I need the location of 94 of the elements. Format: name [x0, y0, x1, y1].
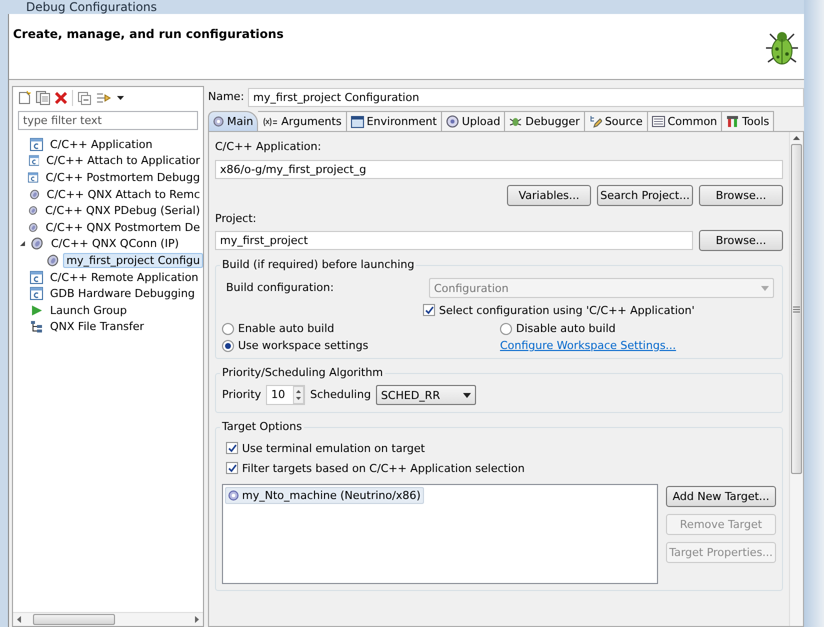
application-field[interactable]: x86/o-g/my_first_project_g — [215, 160, 783, 179]
gear-icon — [213, 116, 224, 127]
field-label: Build configuration: — [226, 281, 335, 295]
tree-item[interactable]: C/C++ Postmortem Debugg — [42, 170, 203, 185]
c-file-icon — [30, 287, 43, 300]
tree-item[interactable]: C/C++ QNX Postmortem De — [42, 220, 203, 235]
group-title: Build (if required) before launching — [220, 258, 416, 272]
tab[interactable]: Tools — [722, 111, 774, 131]
expanded-arrow-icon[interactable] — [19, 240, 26, 248]
field-label: C/C++ Application: — [215, 140, 322, 154]
bug-icon — [509, 115, 522, 128]
group-title: Target Options — [220, 420, 304, 434]
left-arrow-icon[interactable] — [17, 616, 21, 623]
disc-icon — [28, 204, 38, 218]
checkbox[interactable] — [226, 462, 238, 474]
tree-item[interactable]: C/C++ QNX QConn (IP) — [48, 236, 182, 252]
name-label: Name: — [208, 90, 244, 104]
disc-icon — [28, 188, 40, 201]
tree-item[interactable]: QNX File Transfer — [47, 319, 148, 334]
disc-icon — [30, 237, 44, 250]
hierarchy-icon — [30, 320, 43, 334]
button[interactable]: Variables... — [507, 185, 591, 206]
field-label: Project: — [215, 212, 258, 226]
dropdown-arrow-icon[interactable] — [117, 96, 124, 100]
horizontal-scrollbar[interactable] — [13, 612, 203, 626]
dropdown-arrow-icon — [462, 392, 471, 398]
list-icon — [652, 116, 665, 127]
collapse-icon[interactable] — [78, 92, 91, 104]
spinner-field[interactable]: 10 — [266, 385, 306, 405]
tab[interactable]: Upload — [442, 111, 506, 131]
link[interactable]: Configure Workspace Settings... — [500, 339, 776, 352]
checkbox[interactable] — [423, 304, 435, 316]
button[interactable]: Add New Target... — [666, 486, 776, 507]
tab[interactable]: Main — [208, 111, 258, 131]
checkbox-label: Select configuration using 'C/C++ Application' — [439, 304, 695, 316]
window-title: Debug Configurations — [26, 0, 157, 14]
dropdown-arrow-icon — [761, 286, 769, 290]
tree-item[interactable]: C/C++ Application — [47, 136, 156, 152]
tab[interactable]: Debugger — [505, 111, 585, 131]
list-item[interactable]: my_Nto_machine (Neutrino/x86) — [225, 487, 424, 504]
radio-button[interactable] — [500, 322, 512, 334]
disc-icon — [28, 220, 39, 234]
tab[interactable]: Source — [584, 111, 648, 131]
c-file-icon — [28, 170, 39, 184]
project-field[interactable]: my_first_project — [215, 231, 693, 250]
field-label: Scheduling — [310, 388, 371, 402]
tools-icon — [726, 115, 740, 128]
grip-icon — [793, 306, 800, 312]
radio-button[interactable] — [222, 322, 234, 334]
name-field[interactable]: my_first_project Configuration — [248, 88, 804, 106]
tree-item[interactable]: C/C++ Remote Application — [47, 270, 202, 285]
dropdown[interactable]: SCHED_RR — [376, 385, 476, 405]
tab[interactable]: Environment — [346, 111, 442, 131]
spinner-arrows-icon[interactable] — [293, 386, 304, 404]
tree-item[interactable]: C/C++ QNX PDebug (Serial) — [42, 203, 203, 218]
radio-label: Use workspace settings — [238, 339, 368, 352]
tree-item[interactable]: C/C++ QNX Attach to Remc — [44, 186, 203, 202]
tree-item[interactable]: C/C++ Attach to Applicatior — [43, 153, 203, 168]
header-title: Create, manage, and run configurations — [13, 27, 284, 43]
new-file-icon[interactable] — [18, 91, 31, 105]
variable-icon — [262, 116, 278, 126]
right-arrow-icon[interactable] — [195, 616, 199, 623]
filter-icon[interactable] — [96, 91, 112, 105]
disc-icon — [446, 115, 459, 128]
c-file-icon — [28, 154, 40, 168]
button[interactable]: Browse... — [699, 230, 783, 251]
tree-item[interactable]: GDB Hardware Debugging — [47, 286, 198, 302]
tree-item[interactable]: my_first_project Configu — [63, 252, 203, 268]
tab[interactable]: Common — [648, 111, 722, 131]
checkbox-label: Filter targets based on C/C++ Application selection — [242, 462, 525, 474]
group-title: Priority/Scheduling Algorithm — [220, 366, 386, 380]
tab[interactable]: Arguments — [258, 111, 347, 131]
button[interactable]: Search Project... — [597, 185, 693, 206]
filter-field[interactable]: type filter text — [18, 111, 198, 130]
target-icon — [228, 490, 239, 501]
radio-button[interactable] — [222, 340, 234, 352]
pencil-icon — [588, 115, 602, 128]
window-icon — [350, 116, 364, 128]
field-label: Priority — [222, 388, 262, 402]
c-file-icon — [30, 138, 43, 151]
delete-icon[interactable] — [55, 92, 67, 104]
button[interactable]: Browse... — [699, 185, 783, 206]
dropdown[interactable]: Configuration — [429, 278, 774, 298]
disc-icon — [46, 254, 60, 267]
tree-item[interactable]: Launch Group — [47, 302, 130, 318]
radio-label: Enable auto build — [238, 322, 334, 335]
checkbox-label: Use terminal emulation on target — [242, 442, 425, 454]
c-file-icon — [30, 270, 43, 284]
up-arrow-icon[interactable] — [793, 136, 800, 140]
radio-label: Disable auto build — [516, 322, 616, 335]
play-icon — [30, 304, 43, 317]
checkbox[interactable] — [226, 442, 238, 454]
vertical-scrollbar[interactable] — [789, 132, 803, 626]
copy-icon[interactable] — [36, 91, 50, 105]
